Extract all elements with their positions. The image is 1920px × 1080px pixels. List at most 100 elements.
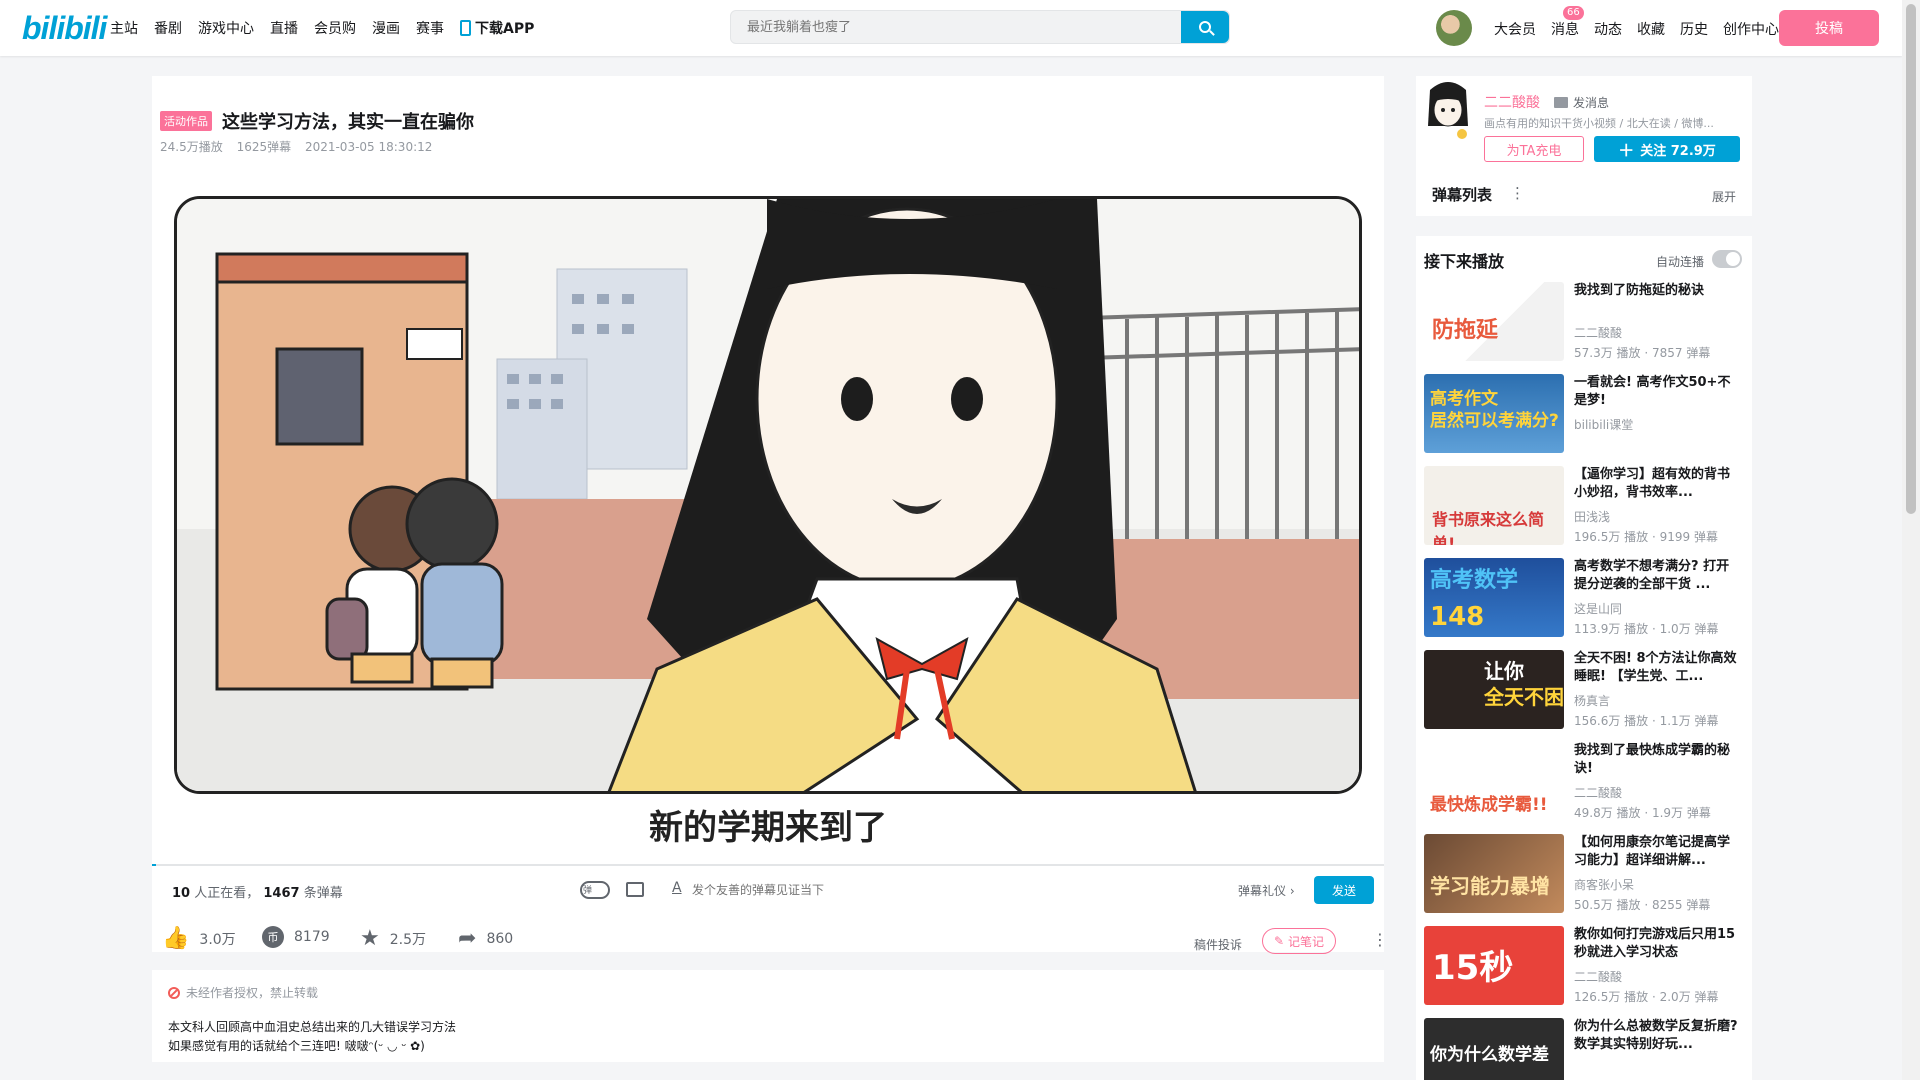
recommendation-list: 接下来播放 自动连播 防拖延 我找到了防拖延的秘诀 二二酸酸 57.3万 播放 …	[1416, 236, 1752, 1080]
viewer-count: 10	[172, 886, 191, 901]
nav-item-main[interactable]: 主站	[110, 18, 138, 38]
rec-title[interactable]: 你为什么总被数学反复折磨? 数学其实特别好玩...	[1574, 1018, 1742, 1054]
rec-thumbnail[interactable]: 你为什么数学差	[1424, 1018, 1564, 1080]
copyright-text: 未经作者授权，禁止转载	[186, 986, 319, 1000]
rec-thumbnail[interactable]: 学习能力暴增	[1424, 834, 1564, 913]
send-danmaku-button[interactable]: 发送	[1314, 876, 1374, 904]
expand-danmaku-list[interactable]: 展开	[1712, 188, 1736, 205]
nav-left: 主站 番剧 游戏中心 直播 会员购 漫画 赛事 下载APP	[110, 18, 550, 38]
rec-title[interactable]: 【如何用康奈尔笔记提高学习能力】超详细讲解...	[1574, 834, 1742, 870]
danmaku-list-menu-icon[interactable]: ⋮	[1510, 184, 1525, 202]
rec-thumbnail[interactable]: 最快炼成学霸!!	[1424, 742, 1564, 821]
more-options-icon[interactable]: ⋮	[1372, 930, 1388, 949]
complain-link[interactable]: 稿件投诉	[1194, 936, 1242, 953]
video-toolbar: 👍 3.0万 币 8179 ★ 2.5万 ➦ 860 稿件投诉 ✎ 记笔记 ⋮	[152, 918, 1388, 958]
rec-item[interactable]: 高考数学 148 高考数学不想考满分? 打开提分逆袭的全部干货 ... 这是山同 …	[1424, 558, 1746, 638]
user-avatar[interactable]	[1436, 10, 1472, 46]
upload-button[interactable]: 投稿	[1779, 10, 1879, 46]
uploader-name[interactable]: 二二酸酸	[1484, 92, 1540, 112]
rec-thumbnail[interactable]: 让你 全天不困	[1424, 650, 1564, 729]
rec-title[interactable]: 全天不困! 8个方法让你高效睡眠! 【学生党、工...	[1574, 650, 1742, 686]
activity-tag[interactable]: 活动作品	[160, 111, 212, 131]
nav-dynamics[interactable]: 动态	[1594, 19, 1622, 39]
favorite-button[interactable]: ★ 2.5万	[360, 926, 426, 951]
download-app-link[interactable]: 下载APP	[460, 18, 534, 38]
note-button[interactable]: ✎ 记笔记	[1262, 928, 1336, 954]
coin-count: 8179	[294, 929, 330, 945]
rec-item[interactable]: 你为什么数学差 你为什么总被数学反复折磨? 数学其实特别好玩...	[1424, 1018, 1746, 1080]
rec-uploader[interactable]: 商客张小呆	[1574, 876, 1634, 893]
like-button[interactable]: 👍 3.0万	[162, 926, 236, 951]
rec-uploader[interactable]: 杨真言	[1574, 692, 1610, 709]
nav-messages[interactable]: 消息	[1551, 19, 1579, 39]
nav-item-esports[interactable]: 赛事	[416, 18, 444, 38]
page-scrollbar[interactable]	[1902, 0, 1920, 1080]
rec-item[interactable]: 让你 全天不困 全天不困! 8个方法让你高效睡眠! 【学生党、工... 杨真言 1…	[1424, 650, 1746, 730]
rec-uploader[interactable]: bilibili课堂	[1574, 416, 1633, 433]
rec-item[interactable]: 学习能力暴增 【如何用康奈尔笔记提高学习能力】超详细讲解... 商客张小呆 50…	[1424, 834, 1746, 914]
rec-item[interactable]: 高考作文 居然可以考满分? 一看就会! 高考作文50+不是梦! bilibili课…	[1424, 374, 1746, 454]
rec-title[interactable]: 教你如何打完游戏后只用15秒就进入学习状态	[1574, 926, 1742, 962]
rec-thumbnail[interactable]: 15秒	[1424, 926, 1564, 1005]
rec-thumbnail[interactable]: 背书原来这么简单!	[1424, 466, 1564, 545]
rec-uploader[interactable]: 二二酸酸	[1574, 324, 1622, 341]
nav-item-live[interactable]: 直播	[270, 18, 298, 38]
follow-button[interactable]: ＋ 关注 72.9万	[1594, 136, 1740, 162]
description-line-2: 如果感觉有用的话就给个三连吧! 啵啵ᵔ(ᵕ ◡ ᵕ ✿)	[168, 1039, 425, 1053]
nav-history[interactable]: 历史	[1680, 19, 1708, 39]
search-button[interactable]	[1181, 11, 1229, 43]
nav-item-anime[interactable]: 番剧	[154, 18, 182, 38]
nav-vip[interactable]: 大会员	[1494, 19, 1536, 39]
danmaku-etiquette-link[interactable]: 弹幕礼仪 ›	[1238, 882, 1295, 899]
danmaku-settings-icon[interactable]	[626, 882, 644, 897]
bilibili-logo[interactable]: bilibili	[22, 10, 107, 47]
rec-title[interactable]: 我找到了防拖延的秘诀	[1574, 282, 1742, 300]
video-player[interactable]: 新的学期来到了 10 人正在看， 1467 条弹幕 A 弹幕礼仪 › 发送 👍 …	[152, 184, 1388, 954]
rec-title[interactable]: 【逼你学习】超有效的背书小妙招，背书效率...	[1574, 466, 1742, 502]
nav-creator-center[interactable]: 创作中心	[1723, 19, 1779, 39]
uploader-avatar[interactable]	[1424, 80, 1472, 144]
rec-stats: 49.8万 播放 · 1.9万 弹幕	[1574, 806, 1711, 820]
share-button[interactable]: ➦ 860	[458, 926, 513, 951]
nav-item-game[interactable]: 游戏中心	[198, 18, 254, 38]
scroll-thumb[interactable]	[1906, 4, 1916, 514]
coin-icon: 币	[262, 926, 284, 948]
rec-uploader[interactable]: 二二酸酸	[1574, 784, 1622, 801]
nav-item-manga[interactable]: 漫画	[372, 18, 400, 38]
search-input[interactable]	[731, 11, 1183, 43]
video-description: 本文科人回顾高中血泪史总结出来的几大错误学习方法 如果感觉有用的话就给个三连吧!…	[168, 1018, 456, 1056]
video-frame[interactable]	[174, 196, 1362, 794]
danmaku-live-count: 1467	[263, 886, 300, 901]
nav-item-mall[interactable]: 会员购	[314, 18, 356, 38]
rec-thumbnail[interactable]: 高考数学 148	[1424, 558, 1564, 637]
nav-favorites[interactable]: 收藏	[1637, 19, 1665, 39]
rec-uploader[interactable]: 二二酸酸	[1574, 968, 1622, 985]
search-box	[730, 10, 1230, 44]
video-progress-bar[interactable]	[152, 864, 1384, 866]
rec-title[interactable]: 一看就会! 高考作文50+不是梦!	[1574, 374, 1742, 410]
rec-uploader[interactable]: 这是山同	[1574, 600, 1622, 617]
rec-thumbnail[interactable]: 防拖延	[1424, 282, 1564, 361]
send-message-link[interactable]: 发消息	[1554, 94, 1609, 111]
description-line-1: 本文科人回顾高中血泪史总结出来的几大错误学习方法	[168, 1020, 457, 1034]
rec-thumbnail[interactable]: 高考作文 居然可以考满分?	[1424, 374, 1564, 453]
rec-title[interactable]: 我找到了最快炼成学霸的秘诀!	[1574, 742, 1742, 778]
danmaku-toggle-icon[interactable]	[580, 881, 610, 899]
rec-item[interactable]: 最快炼成学霸!! 我找到了最快炼成学霸的秘诀! 二二酸酸 49.8万 播放 · …	[1424, 742, 1746, 822]
danmaku-list-title[interactable]: 弹幕列表	[1432, 184, 1492, 205]
video-title: 这些学习方法，其实一直在骗你	[222, 112, 474, 133]
rec-uploader[interactable]: 田浅浅	[1574, 508, 1610, 525]
danmaku-style-icon[interactable]: A	[672, 880, 682, 896]
rec-item[interactable]: 15秒 教你如何打完游戏后只用15秒就进入学习状态 二二酸酸 126.5万 播放…	[1424, 926, 1746, 1006]
danmaku-input[interactable]	[692, 878, 1112, 902]
rec-title[interactable]: 高考数学不想考满分? 打开提分逆袭的全部干货 ...	[1574, 558, 1742, 594]
next-up-title: 接下来播放	[1424, 252, 1505, 271]
video-card: 活动作品 这些学习方法，其实一直在骗你 24.5万播放 1625弹幕 2021-…	[152, 76, 1388, 954]
rec-stats: 50.5万 播放 · 8255 弹幕	[1574, 898, 1711, 912]
rec-item[interactable]: 背书原来这么简单! 【逼你学习】超有效的背书小妙招，背书效率... 田浅浅 19…	[1424, 466, 1746, 546]
autoplay-switch[interactable]	[1712, 250, 1742, 268]
charge-button[interactable]: 为TA充电	[1484, 136, 1584, 162]
publish-date: 2021-03-05 18:30:12	[304, 140, 433, 154]
rec-item[interactable]: 防拖延 我找到了防拖延的秘诀 二二酸酸 57.3万 播放 · 7857 弹幕	[1424, 282, 1746, 362]
coin-button[interactable]: 币 8179	[262, 926, 330, 948]
